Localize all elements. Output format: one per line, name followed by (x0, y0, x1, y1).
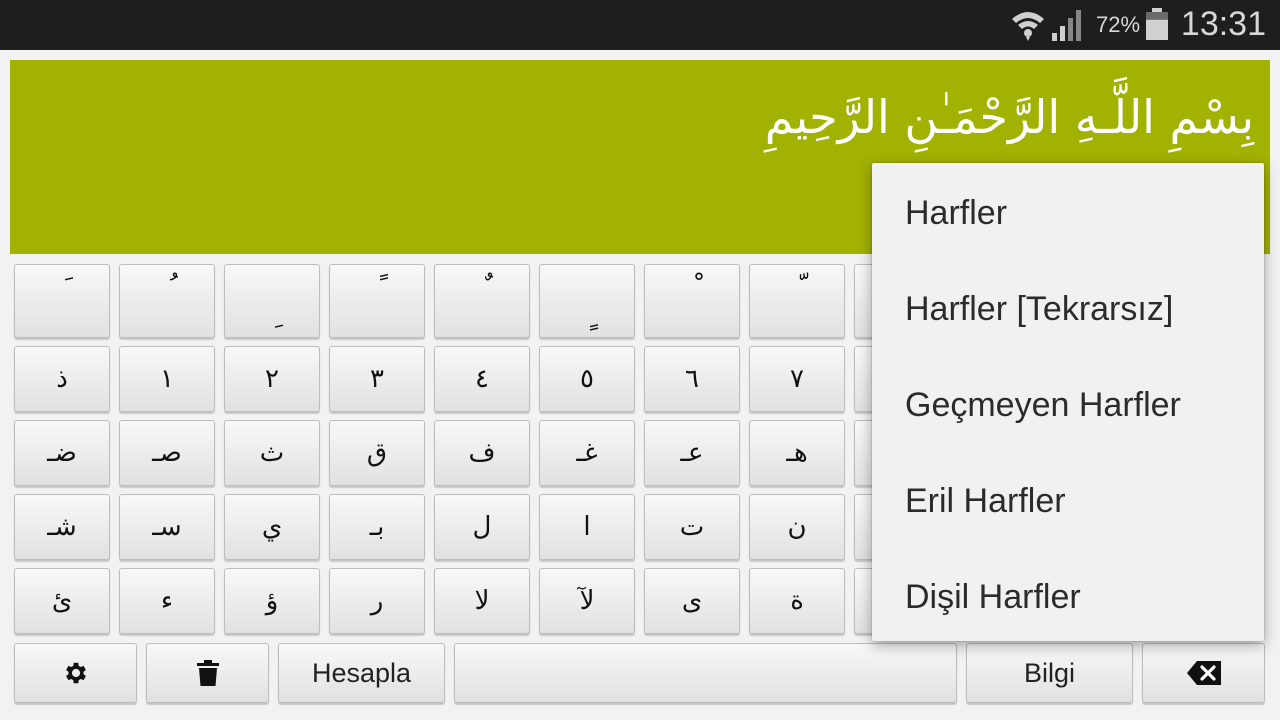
gear-icon (65, 662, 86, 684)
status-time: 13:31 (1180, 5, 1266, 43)
letter-key[interactable]: ا (539, 494, 635, 560)
letter-key[interactable]: صـ (119, 420, 215, 486)
calculate-label: Hesapla (311, 657, 412, 688)
letter-key-label: ن (787, 512, 807, 542)
letter-key[interactable]: هـ (749, 420, 845, 486)
letter-key-label: ٧ (790, 364, 804, 394)
harakat-key[interactable]: ً (329, 264, 425, 338)
letter-key-label: ث (259, 438, 285, 468)
letter-key[interactable]: ر (329, 568, 425, 634)
letter-key-label: سـ (152, 512, 182, 542)
letter-key[interactable]: ذ (14, 346, 110, 412)
letter-key[interactable]: شـ (14, 494, 110, 560)
backspace-button[interactable] (1142, 643, 1265, 703)
letter-key-label: ر (370, 586, 384, 616)
letter-key-label: هـ (786, 438, 808, 468)
display-text: بِسْمِ اللَّـهِ الرَّحْمَـٰنِ الرَّحِيمِ (764, 90, 1254, 144)
menu-item-feminine-letters[interactable]: Dişil Harfler (872, 549, 1264, 645)
letter-key-label: ؤ (265, 586, 279, 616)
letter-key-label: صـ (152, 438, 182, 468)
harakat-key[interactable]: ْ (644, 264, 740, 338)
letter-key[interactable]: ى (644, 568, 740, 634)
letter-key-label: شـ (47, 512, 77, 542)
harakat-key[interactable]: ٌ (434, 264, 530, 338)
letter-key-label: ئ (51, 586, 73, 616)
clear-button[interactable] (146, 643, 269, 703)
letter-key[interactable]: لآ (539, 568, 635, 634)
letter-key-label: ٦ (685, 364, 699, 394)
menu-item-letters[interactable]: Harfler (872, 165, 1264, 261)
letter-key[interactable]: عـ (644, 420, 740, 486)
letter-key[interactable]: ٧ (749, 346, 845, 412)
letter-key[interactable]: ة (749, 568, 845, 634)
harakat-key[interactable]: ُ (119, 264, 215, 338)
letter-key-label: ل (472, 512, 492, 542)
trash-icon (196, 660, 219, 686)
harakat-key[interactable]: ٍ (539, 264, 635, 338)
letter-key[interactable]: ث (224, 420, 320, 486)
letter-key-label: ٣ (370, 364, 384, 394)
letter-key[interactable]: ت (644, 494, 740, 560)
harakat-key[interactable]: ّ (749, 264, 845, 338)
letter-key[interactable]: ي (224, 494, 320, 560)
letter-key[interactable]: بـ (329, 494, 425, 560)
battery-icon (1146, 8, 1168, 40)
wifi-icon (1012, 12, 1044, 41)
letter-key-label: ء (160, 586, 174, 616)
letter-key[interactable]: سـ (119, 494, 215, 560)
letter-key[interactable]: ؤ (224, 568, 320, 634)
letter-key-label: ٢ (265, 364, 279, 394)
letter-key[interactable]: لا (434, 568, 530, 634)
letter-key[interactable]: غـ (539, 420, 635, 486)
info-button[interactable]: Bilgi (966, 643, 1133, 703)
letter-key-label: ٤ (475, 364, 489, 394)
settings-button[interactable] (14, 643, 137, 703)
info-label: Bilgi (1023, 657, 1076, 688)
battery-percent: 72% (1096, 12, 1141, 37)
letter-key[interactable]: ٥ (539, 346, 635, 412)
letter-key-label: عـ (680, 438, 704, 468)
letter-key[interactable]: ٦ (644, 346, 740, 412)
letter-key[interactable]: ء (119, 568, 215, 634)
letter-key-label: لآ (579, 586, 595, 616)
letter-key-label: ١ (160, 364, 174, 394)
menu-item-letters-unique[interactable]: Harfler [Tekrarsız] (872, 261, 1264, 357)
letter-key-label: ق (366, 438, 388, 468)
letter-key-label: ٥ (580, 364, 594, 394)
letter-key-label: ا (583, 512, 591, 542)
menu-item-missing-letters[interactable]: Geçmeyen Harfler (872, 357, 1264, 453)
letter-key-label: بـ (369, 512, 385, 542)
letter-key[interactable]: ف (434, 420, 530, 486)
signal-icon (1052, 10, 1081, 41)
space-button[interactable] (454, 643, 957, 703)
letter-key-label: ي (261, 512, 283, 542)
letter-key[interactable]: ١ (119, 346, 215, 412)
letter-key[interactable]: ق (329, 420, 425, 486)
letter-key[interactable]: ضـ (14, 420, 110, 486)
letter-key[interactable]: ن (749, 494, 845, 560)
backspace-icon (1186, 661, 1221, 685)
letter-key-label: ة (790, 586, 804, 616)
letter-key[interactable]: ٢ (224, 346, 320, 412)
menu-item-masculine-letters[interactable]: Eril Harfler (872, 453, 1264, 549)
letter-key-label: غـ (576, 438, 598, 468)
letter-key-label: ت (679, 512, 705, 542)
letter-key-label: ضـ (47, 438, 77, 468)
harakat-key[interactable]: ِ (224, 264, 320, 338)
letter-key[interactable]: ٣ (329, 346, 425, 412)
status-bar: 72% 13:31 (0, 0, 1280, 50)
options-menu: Harfler Harfler [Tekrarsız] Geçmeyen Har… (872, 163, 1264, 641)
letter-key-label: لا (474, 586, 490, 616)
letter-key[interactable]: ئ (14, 568, 110, 634)
letter-key[interactable]: ل (434, 494, 530, 560)
letter-key-label: ذ (56, 364, 68, 394)
harakat-key[interactable]: َ (14, 264, 110, 338)
letter-key-label: ى (681, 586, 703, 616)
calculate-button[interactable]: Hesapla (278, 643, 445, 703)
letter-key[interactable]: ٤ (434, 346, 530, 412)
letter-key-label: ف (468, 438, 496, 468)
